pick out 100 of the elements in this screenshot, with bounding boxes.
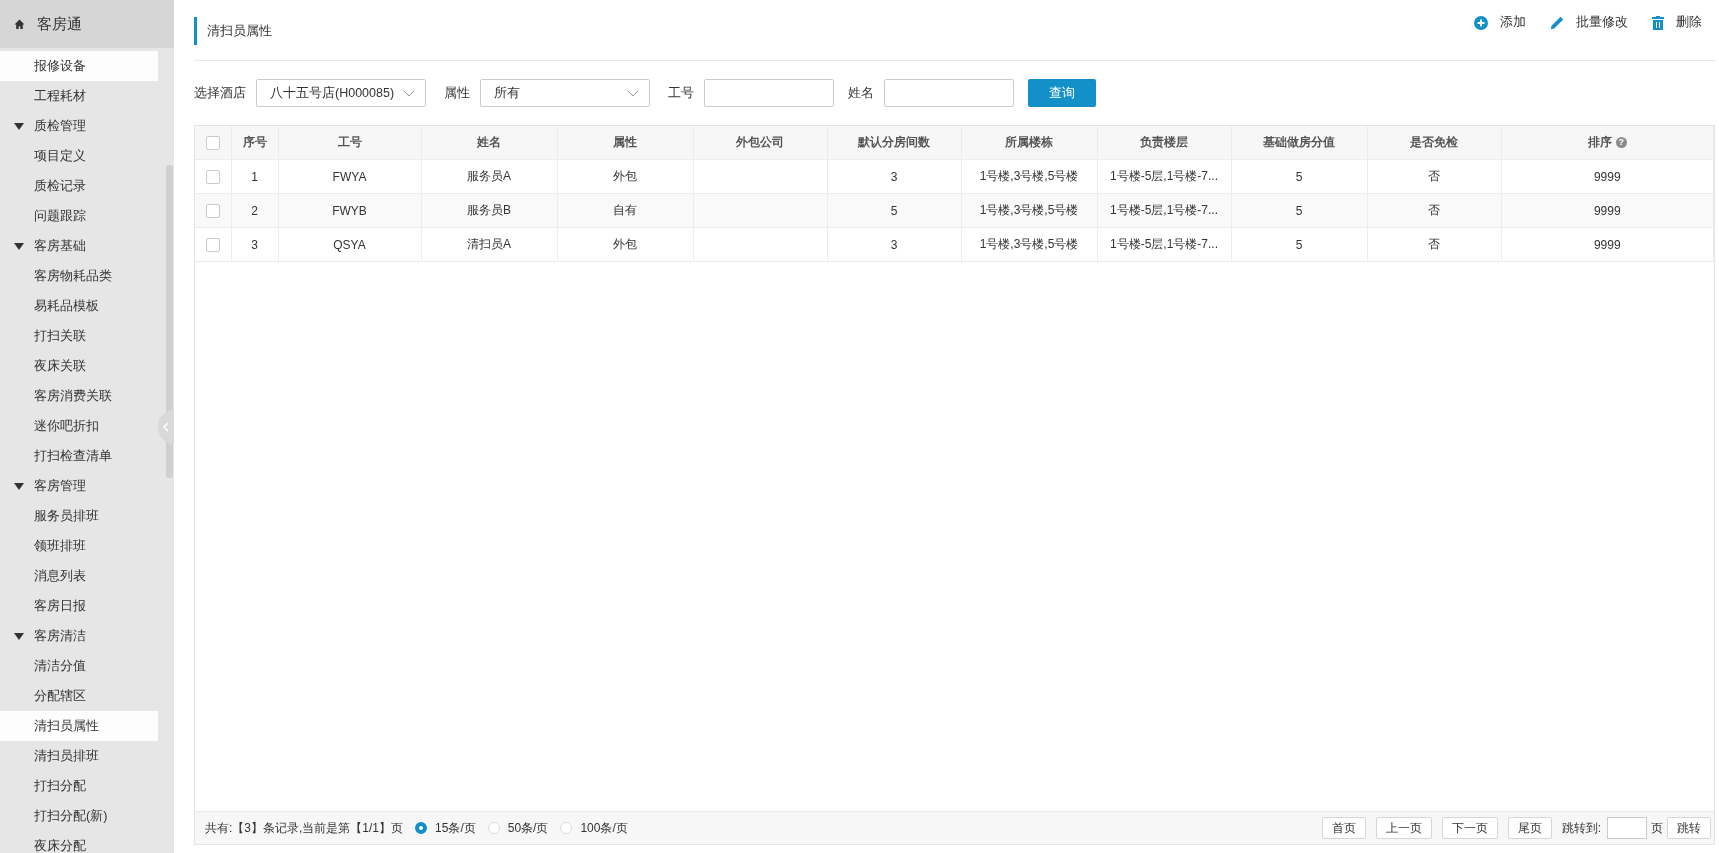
table-cell: 3 <box>827 159 961 194</box>
table-cell: 1号楼-5层,1号楼-7... <box>1097 159 1231 194</box>
table-cell: 3 <box>231 227 278 262</box>
menu-item[interactable]: 夜床关联 <box>0 351 158 381</box>
menu-item[interactable]: 工程耗材 <box>0 81 158 111</box>
collapse-handle[interactable] <box>158 410 174 444</box>
input-field[interactable] <box>704 79 834 107</box>
menu-item[interactable]: 清扫员属性 <box>0 711 158 741</box>
table-cell: 1 <box>231 159 278 194</box>
page-size-option[interactable]: 15条/页 <box>415 819 476 837</box>
menu-group-label: 客房基础 <box>34 237 86 255</box>
menu-item[interactable]: 夜床分配 <box>0 831 158 853</box>
pager-button[interactable]: 上一页 <box>1375 817 1432 839</box>
pager-button[interactable]: 下一页 <box>1441 817 1498 839</box>
table-cell: 服务员A <box>421 159 557 194</box>
pager-button[interactable]: 首页 <box>1321 817 1366 839</box>
table-cell: QSYA <box>278 227 421 262</box>
menu-group[interactable]: 客房基础 <box>0 231 158 261</box>
table-cell: 1号楼-5层,1号楼-7... <box>1097 193 1231 228</box>
caret-icon <box>14 632 24 640</box>
caret-icon <box>14 482 24 490</box>
column-header: 属性 <box>557 126 693 160</box>
menu-group[interactable]: 客房管理 <box>0 471 158 501</box>
menu-item[interactable]: 打扫关联 <box>0 321 158 351</box>
pager-button[interactable]: 尾页 <box>1507 817 1552 839</box>
select-field[interactable]: 八十五号店(H000085) <box>256 79 426 107</box>
table-cell: 9999 <box>1501 159 1714 194</box>
table-cell: 5 <box>1231 227 1367 262</box>
table-cell: 3 <box>827 227 961 262</box>
table-cell: 否 <box>1367 227 1501 262</box>
table-cell: 1号楼,3号楼,5号楼 <box>961 227 1097 262</box>
column-header: 是否免检 <box>1367 126 1501 160</box>
table-cell: FWYB <box>278 193 421 228</box>
menu-group-label: 客房清洁 <box>34 627 86 645</box>
trash-icon <box>1652 15 1664 30</box>
menu-item[interactable]: 问题跟踪 <box>0 201 158 231</box>
menu-group[interactable]: 质检管理 <box>0 111 158 141</box>
table-cell: 1号楼,3号楼,5号楼 <box>961 193 1097 228</box>
menu-item[interactable]: 质检记录 <box>0 171 158 201</box>
page-input[interactable] <box>1607 817 1647 839</box>
menu-item[interactable]: 消息列表 <box>0 561 158 591</box>
column-header: 所属楼栋 <box>961 126 1097 160</box>
row-checkbox[interactable] <box>205 203 220 218</box>
filter-label: 选择酒店 <box>194 84 246 102</box>
plus-circle-icon <box>1474 15 1488 30</box>
table-cell: 9999 <box>1501 193 1714 228</box>
menu-item[interactable]: 打扫分配(新) <box>0 801 158 831</box>
column-header: 序号 <box>231 126 278 160</box>
row-checkbox[interactable] <box>205 169 220 184</box>
page-title: 清扫员属性 <box>194 17 272 45</box>
scrollbar-thumb[interactable] <box>166 165 173 478</box>
search-button[interactable]: 查询 <box>1028 79 1096 107</box>
table-cell: 1号楼-5层,1号楼-7... <box>1097 227 1231 262</box>
menu-group[interactable]: 客房清洁 <box>0 621 158 651</box>
table-cell: 否 <box>1367 159 1501 194</box>
row-checkbox[interactable] <box>205 237 220 252</box>
menu-item[interactable]: 清洁分值 <box>0 651 158 681</box>
table-cell: 1号楼,3号楼,5号楼 <box>961 159 1097 194</box>
jump-button[interactable]: 跳转 <box>1667 817 1711 839</box>
input-field[interactable] <box>884 79 1014 107</box>
table-cell: 5 <box>1231 159 1367 194</box>
table-cell: 9999 <box>1501 227 1714 262</box>
table-cell: 外包 <box>557 227 693 262</box>
column-header: 排序 ? <box>1501 126 1714 160</box>
menu-item[interactable]: 打扫分配 <box>0 771 158 801</box>
column-header: 外包公司 <box>693 126 827 160</box>
pencil-icon <box>1550 15 1564 30</box>
menu-item[interactable]: 领班排班 <box>0 531 158 561</box>
menu-item[interactable]: 客房日报 <box>0 591 158 621</box>
menu-item[interactable]: 迷你吧折扣 <box>0 411 158 441</box>
menu-item[interactable]: 项目定义 <box>0 141 158 171</box>
column-header: 工号 <box>278 126 421 160</box>
table-cell: 服务员B <box>421 193 557 228</box>
menu-item[interactable]: 打扫检查清单 <box>0 441 158 471</box>
app-title: 客房通 <box>37 14 82 34</box>
menu-item[interactable]: 客房消费关联 <box>0 381 158 411</box>
menu-item[interactable]: 客房物耗品类 <box>0 261 158 291</box>
select-all-checkbox[interactable] <box>205 135 220 150</box>
menu-item[interactable]: 服务员排班 <box>0 501 158 531</box>
table-cell: 否 <box>1367 193 1501 228</box>
chevron-down-icon <box>627 89 639 97</box>
menu-item[interactable]: 清扫员排班 <box>0 741 158 771</box>
caret-icon <box>14 242 24 250</box>
delete-button[interactable]: 删除 <box>1652 14 1702 31</box>
menu-item[interactable]: 分配辖区 <box>0 681 158 711</box>
table-cell: 外包 <box>557 159 693 194</box>
page-size-option[interactable]: 50条/页 <box>487 819 549 837</box>
filter-label: 姓名 <box>848 84 874 102</box>
page-size-option[interactable]: 100条/页 <box>560 819 628 837</box>
page-unit-label: 页 <box>1651 819 1663 837</box>
filter-label: 工号 <box>668 84 694 102</box>
column-header: 默认分房间数 <box>827 126 961 160</box>
edit-button[interactable]: 批量修改 <box>1550 14 1628 31</box>
select-field[interactable]: 所有 <box>480 79 650 107</box>
add-button[interactable]: 添加 <box>1474 14 1526 31</box>
menu-item[interactable]: 报修设备 <box>0 51 158 81</box>
menu-group-label: 质检管理 <box>34 117 86 135</box>
menu-item[interactable]: 易耗品模板 <box>0 291 158 321</box>
column-header: 姓名 <box>421 126 557 160</box>
chevron-down-icon <box>403 89 415 97</box>
